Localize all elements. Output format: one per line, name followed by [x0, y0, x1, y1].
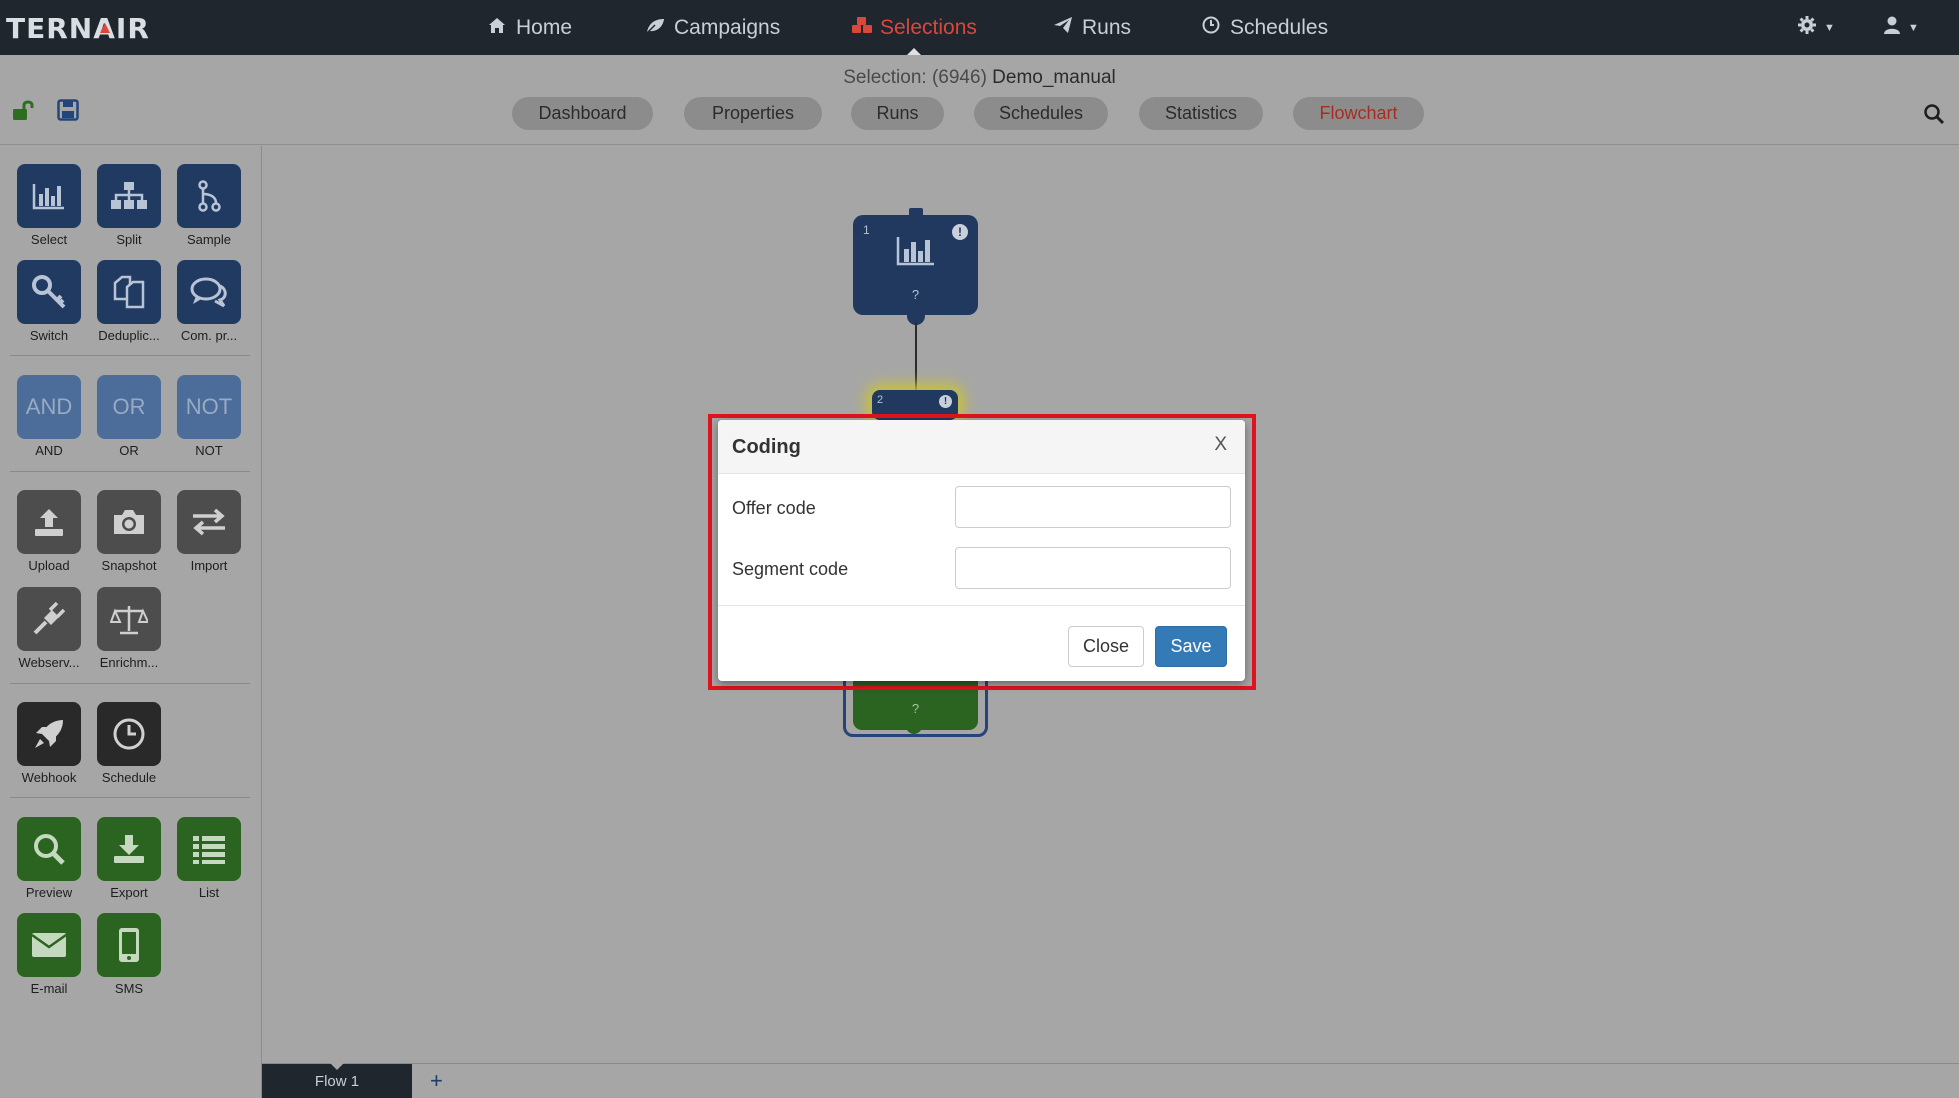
tool-preview[interactable]: Preview: [9, 817, 89, 900]
nav-selections[interactable]: Selections: [851, 0, 977, 55]
bar-chart-icon: [896, 235, 936, 272]
fork-icon: [177, 164, 241, 228]
segment-code-input[interactable]: [955, 547, 1231, 589]
tool-schedule[interactable]: Schedule: [89, 702, 169, 785]
dialog-body: Offer code Segment code: [718, 474, 1245, 606]
cubes-icon: [851, 16, 872, 39]
tool-and[interactable]: AND AND: [9, 375, 89, 458]
tool-deduplicate[interactable]: Deduplic...: [89, 260, 169, 343]
palette-divider: [10, 355, 250, 356]
tool-split[interactable]: Split: [89, 164, 169, 247]
user-menu[interactable]: ▼: [1883, 0, 1919, 55]
save-button[interactable]: Save: [1155, 626, 1227, 667]
tool-switch[interactable]: Switch: [9, 260, 89, 343]
tool-list[interactable]: List: [169, 817, 249, 900]
home-icon: [487, 17, 507, 39]
clock-icon: [97, 702, 161, 766]
user-icon: [1883, 15, 1901, 41]
coding-dialog: Coding X Offer code Segment code Close S…: [718, 420, 1245, 681]
selection-header: Selection: (6946) Demo_manual Dashboard …: [0, 55, 1959, 145]
tool-or[interactable]: OR OR: [89, 375, 169, 458]
tab-flowchart[interactable]: Flowchart: [1293, 97, 1424, 130]
close-icon[interactable]: X: [1214, 434, 1227, 456]
tool-webservice[interactable]: Webserv...: [9, 587, 89, 670]
page-title: Selection: (6946) Demo_manual: [843, 67, 1116, 88]
tool-email[interactable]: E-mail: [9, 913, 89, 996]
nav-schedules[interactable]: Schedules: [1201, 0, 1328, 55]
paper-plane-icon: [1053, 16, 1073, 39]
plug-icon: [17, 587, 81, 651]
search-icon[interactable]: [1923, 103, 1945, 125]
close-button[interactable]: Close: [1068, 626, 1144, 667]
camera-icon: [97, 490, 161, 554]
chevron-down-icon: ▼: [1824, 21, 1835, 34]
settings-menu[interactable]: ▼: [1797, 0, 1835, 55]
upload-icon: [17, 490, 81, 554]
tool-not[interactable]: NOT NOT: [169, 375, 249, 458]
gear-icon: [1797, 15, 1817, 41]
tool-webhook[interactable]: Webhook: [9, 702, 89, 785]
rocket-icon: [17, 702, 81, 766]
nav-campaigns[interactable]: Campaigns: [645, 0, 780, 55]
ternair-logo[interactable]: TERNAIR: [6, 12, 150, 45]
palette-divider: [10, 683, 250, 684]
nav-runs[interactable]: Runs: [1053, 0, 1131, 55]
download-icon: [97, 817, 161, 881]
key-icon: [17, 260, 81, 324]
flow-tabs: Flow 1 +: [262, 1063, 1959, 1098]
segment-code-label: Segment code: [732, 559, 849, 579]
palette-divider: [10, 471, 250, 472]
tool-import[interactable]: Import: [169, 490, 249, 573]
search-icon: [17, 817, 81, 881]
tool-palette: Select Split Sample Switch Deduplic... C…: [0, 146, 262, 1098]
clock-icon: [1201, 16, 1221, 39]
exchange-icon: [177, 490, 241, 554]
offer-code-input[interactable]: [955, 486, 1231, 528]
envelope-icon: [17, 913, 81, 977]
tool-enrichment[interactable]: Enrichm...: [89, 587, 169, 670]
tab-schedules[interactable]: Schedules: [974, 97, 1108, 130]
leaf-icon: [645, 17, 665, 39]
select-node[interactable]: 1 ! ?: [853, 215, 978, 315]
selection-tabs: Dashboard Properties Runs Schedules Stat…: [0, 97, 1959, 131]
copy-icon: [97, 260, 161, 324]
sitemap-icon: [97, 164, 161, 228]
palette-divider: [10, 797, 250, 798]
balance-scale-icon: [97, 587, 161, 651]
tab-statistics[interactable]: Statistics: [1139, 97, 1263, 130]
offer-code-label: Offer code: [732, 498, 816, 518]
warning-icon: !: [939, 395, 952, 408]
tool-upload[interactable]: Upload: [9, 490, 89, 573]
nav-home[interactable]: Home: [487, 0, 572, 55]
chevron-down-icon: ▼: [1908, 21, 1919, 34]
add-flow-button[interactable]: +: [430, 1068, 443, 1094]
active-nav-caret: [906, 48, 921, 55]
list-icon: [177, 817, 241, 881]
node-output-port[interactable]: [906, 718, 922, 734]
comments-icon: [177, 260, 241, 324]
tool-sms[interactable]: SMS: [89, 913, 169, 996]
warning-icon: !: [952, 224, 968, 240]
tab-runs[interactable]: Runs: [851, 97, 944, 130]
mobile-phone-icon: [97, 913, 161, 977]
dialog-title: Coding: [732, 436, 801, 458]
tool-export[interactable]: Export: [89, 817, 169, 900]
tool-sample[interactable]: Sample: [169, 164, 249, 247]
tool-snapshot[interactable]: Snapshot: [89, 490, 169, 573]
tab-properties[interactable]: Properties: [684, 97, 822, 130]
tool-com-pr[interactable]: Com. pr...: [169, 260, 249, 343]
tab-flow-1[interactable]: Flow 1: [262, 1063, 412, 1098]
tool-select[interactable]: Select: [9, 164, 89, 247]
bar-chart-icon: [17, 164, 81, 228]
top-navbar: TERNAIR Home Campaigns Selections Runs S…: [0, 0, 1959, 55]
flow-connector: [915, 322, 917, 392]
dialog-header: Coding X: [718, 420, 1245, 474]
tab-dashboard[interactable]: Dashboard: [512, 97, 653, 130]
